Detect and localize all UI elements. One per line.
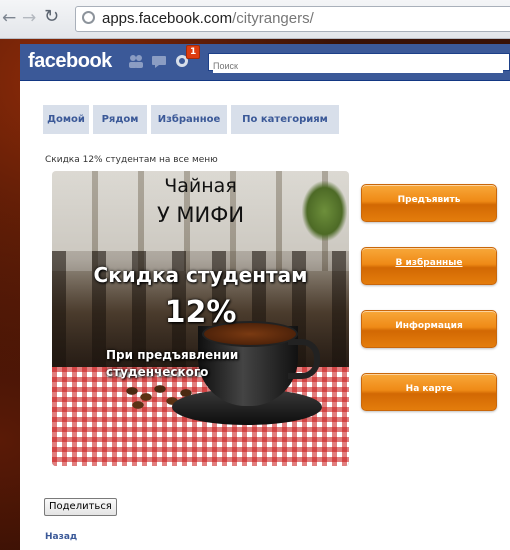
share-button[interactable]: Поделиться xyxy=(44,498,117,516)
notification-badge[interactable]: 1 xyxy=(186,45,201,59)
offer-image: Чайная У МИФИ Скидка студентам 12% При п… xyxy=(52,171,349,466)
tab-categories[interactable]: По категориям xyxy=(231,105,339,134)
tab-favorites[interactable]: Избранное xyxy=(151,105,227,134)
search-box[interactable] xyxy=(208,53,510,73)
facebook-header: facebook 1 xyxy=(20,44,510,81)
discount-condition: При предъявлении студенческого xyxy=(106,348,239,379)
facebook-logo[interactable]: facebook xyxy=(28,49,112,73)
discount-percent: 12% xyxy=(164,295,237,330)
app-canvas: Домой Рядом Избранное По категориям Скид… xyxy=(20,81,510,550)
globe-icon xyxy=(82,11,95,24)
search-input[interactable] xyxy=(213,59,503,73)
address-bar[interactable]: apps.facebook.com/cityrangers/ xyxy=(75,6,510,32)
browser-toolbar: ← → ↻ apps.facebook.com/cityrangers/ xyxy=(0,0,510,39)
friends-icon[interactable] xyxy=(128,54,144,68)
venue-name-line2: У МИФИ xyxy=(156,203,245,227)
url-path: /cityrangers/ xyxy=(232,10,314,27)
offer-caption: Скидка 12% студентам на все меню xyxy=(45,155,218,165)
tab-nearby[interactable]: Рядом xyxy=(93,105,147,134)
messages-icon[interactable] xyxy=(151,54,167,68)
present-button[interactable]: Предъявить xyxy=(361,184,497,222)
add-to-favorites-button[interactable]: В избранные xyxy=(361,247,497,285)
tab-home[interactable]: Домой xyxy=(43,105,89,134)
venue-name-line1: Чайная xyxy=(164,175,237,197)
info-button[interactable]: Информация xyxy=(361,310,497,348)
forward-icon[interactable]: → xyxy=(22,8,36,28)
back-icon[interactable]: ← xyxy=(2,8,16,28)
address-text: apps.facebook.com/cityrangers/ xyxy=(102,8,314,30)
discount-headline: Скидка студентам xyxy=(93,263,308,287)
map-button[interactable]: На карте xyxy=(361,373,497,411)
reload-icon[interactable]: ↻ xyxy=(44,7,59,27)
back-link[interactable]: Назад xyxy=(45,532,77,542)
url-host: apps.facebook.com xyxy=(102,10,233,27)
